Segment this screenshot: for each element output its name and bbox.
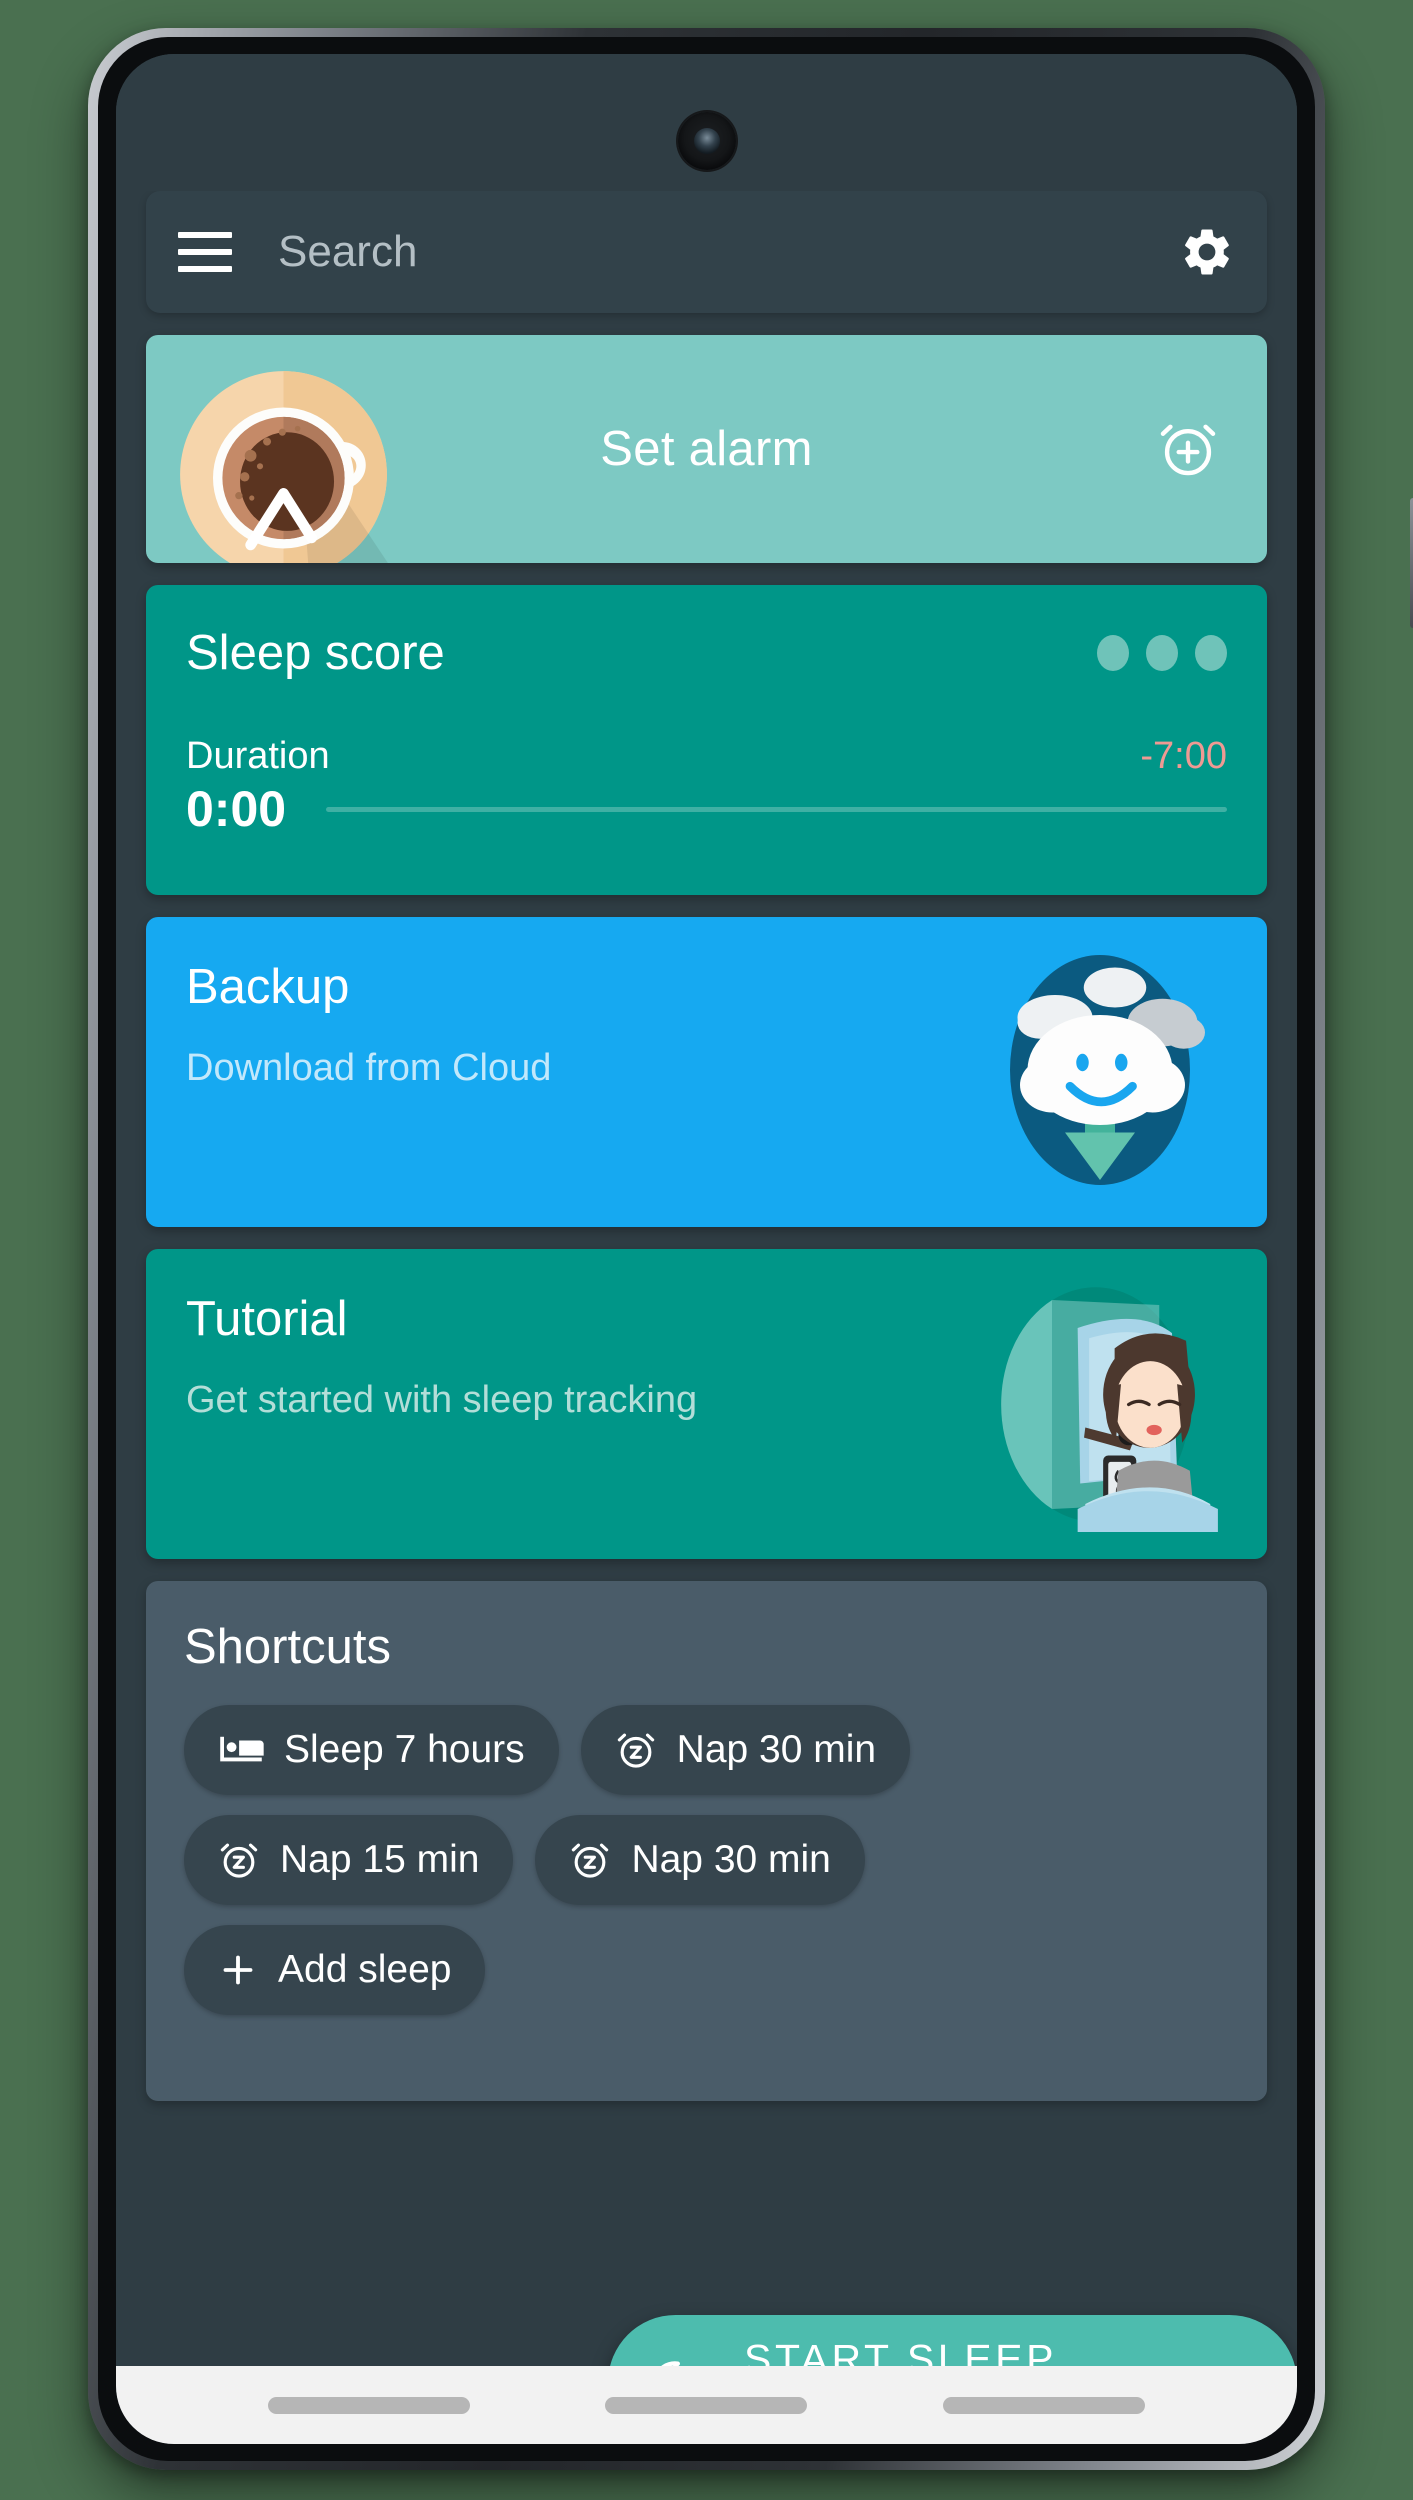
- dot: [1097, 635, 1129, 671]
- shortcut-row: Sleep 7 hours Nap 30 min: [184, 1705, 1229, 1795]
- sleep-score-card[interactable]: Sleep score Duration -7:00 0:00: [146, 585, 1267, 895]
- gear-icon[interactable]: [1179, 224, 1235, 280]
- shortcut-chip-label: Nap 15 min: [280, 1838, 480, 1881]
- android-navigation-bar: [116, 2366, 1297, 2444]
- home-button[interactable]: [605, 2396, 808, 2414]
- front-camera-punch-hole: [677, 112, 736, 170]
- start-sleep-tracking-label: START SLEEP TRACKING: [744, 2335, 1057, 2367]
- sleep-app-root: Set alarm Sleep score: [116, 54, 1297, 2444]
- duration-value-row: 0:00: [186, 780, 1227, 838]
- shortcut-chip-nap-15-min[interactable]: Nap 15 min: [184, 1815, 514, 1905]
- phone-inner-bezel: Set alarm Sleep score: [98, 37, 1315, 2461]
- shortcut-chip-label: Sleep 7 hours: [284, 1728, 525, 1771]
- three-dots-icon[interactable]: [1097, 635, 1227, 671]
- duration-value: 0:00: [186, 781, 287, 837]
- duration-delta: -7:00: [1140, 735, 1227, 777]
- set-alarm-label: Set alarm: [600, 422, 813, 476]
- backup-card[interactable]: Backup Download from Cloud: [146, 917, 1267, 1227]
- dot: [1146, 635, 1178, 671]
- hamburger-menu-icon[interactable]: [178, 232, 232, 272]
- smiling-cloud-download-illustration: [1010, 955, 1205, 1185]
- phone-screen: Set alarm Sleep score: [116, 54, 1297, 2444]
- alarm-snooze-icon: [615, 1729, 657, 1771]
- main-scroll-area[interactable]: Set alarm Sleep score: [116, 191, 1297, 2366]
- set-alarm-card[interactable]: Set alarm: [146, 335, 1267, 563]
- shortcut-chip-sleep-7-hours[interactable]: Sleep 7 hours: [184, 1705, 559, 1795]
- duration-label: Duration: [186, 735, 330, 777]
- sleeping-woman-illustration: [1001, 1287, 1218, 1532]
- shortcuts-chip-list: Sleep 7 hours Nap 30 min Nap 15 min Nap …: [184, 1705, 1229, 2015]
- alarm-add-icon[interactable]: [1157, 418, 1219, 480]
- phone-device-frame: Set alarm Sleep score: [88, 28, 1413, 2470]
- shortcut-chip-add-sleep[interactable]: Add sleep: [184, 1925, 486, 2015]
- shortcut-chip-nap-30-min-a[interactable]: Nap 30 min: [580, 1705, 911, 1795]
- shortcut-chip-label: Nap 30 min: [676, 1728, 877, 1771]
- menu-line: [178, 249, 232, 255]
- shortcuts-panel: Shortcuts Sleep 7 hours Nap 30 min Nap 1…: [146, 1581, 1267, 2101]
- shortcut-chip-nap-30-min-b[interactable]: Nap 30 min: [535, 1815, 865, 1905]
- duration-progress-bar: [326, 806, 1227, 812]
- duration-row: Duration -7:00: [186, 735, 1227, 778]
- sleep-score-header: Sleep score: [186, 625, 1227, 681]
- shortcut-chip-label: Add sleep: [278, 1948, 452, 1991]
- alarm-snooze-icon: [218, 1839, 260, 1881]
- tutorial-card[interactable]: Tutorial Get started with sleep tracking: [146, 1249, 1267, 1559]
- bed-icon: [218, 1733, 264, 1767]
- recents-button[interactable]: [267, 2396, 470, 2414]
- sleep-score-title: Sleep score: [186, 626, 445, 680]
- crescent-moon-icon: [660, 2360, 680, 2366]
- dot: [1195, 635, 1227, 671]
- menu-line: [178, 232, 232, 238]
- start-sleep-tracking-button[interactable]: START SLEEP TRACKING: [608, 2315, 1297, 2366]
- menu-line: [178, 266, 232, 272]
- shortcut-row: Add sleep: [184, 1925, 1229, 2015]
- camera-lens-icon: [693, 128, 720, 154]
- back-button[interactable]: [943, 2396, 1146, 2414]
- coffee-cup-illustration: [180, 371, 388, 563]
- search-input[interactable]: [278, 227, 1179, 277]
- plus-icon: [218, 1950, 258, 1990]
- shortcut-chip-label: Nap 30 min: [631, 1838, 831, 1881]
- shortcut-row: Nap 15 min Nap 30 min: [184, 1815, 1229, 1905]
- alarm-snooze-icon: [569, 1839, 611, 1881]
- shortcuts-title: Shortcuts: [184, 1620, 391, 1674]
- app-toolbar: [146, 191, 1267, 313]
